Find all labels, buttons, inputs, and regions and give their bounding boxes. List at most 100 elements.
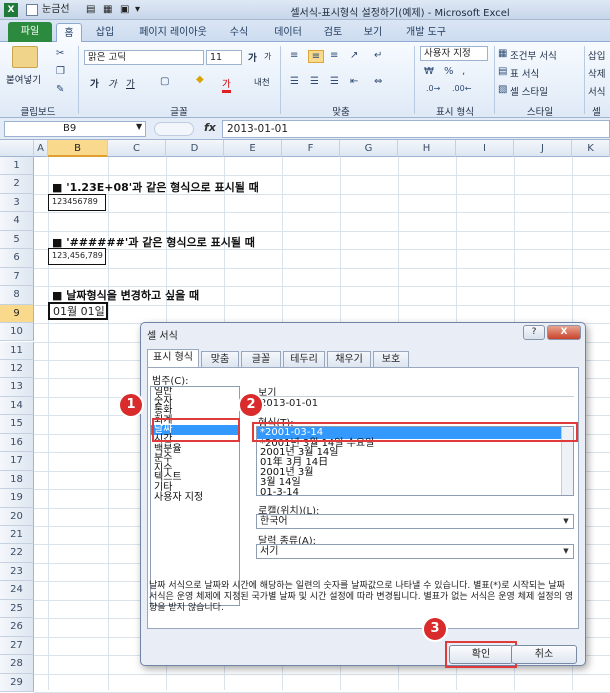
help-button[interactable]: ? xyxy=(523,325,545,340)
row-header[interactable]: 11 xyxy=(0,341,34,360)
wrap-text-icon[interactable]: ↵ xyxy=(374,50,382,61)
font-size-combo[interactable]: 11 xyxy=(206,50,242,65)
font-name-combo[interactable]: 맑은 고딕 xyxy=(84,50,204,65)
insert-cells-button[interactable]: 삽입 xyxy=(588,48,605,62)
column-header[interactable]: F xyxy=(282,140,340,157)
row-header[interactable]: 24 xyxy=(0,581,34,600)
row-header[interactable]: 17 xyxy=(0,452,34,471)
tab-view[interactable]: 보기 xyxy=(358,23,388,42)
tab-insert[interactable]: 삽입 xyxy=(90,23,120,42)
currency-icon[interactable]: ₩ xyxy=(424,66,434,77)
row-header[interactable]: 10 xyxy=(0,323,34,342)
column-header[interactable]: G xyxy=(340,140,398,157)
list-item[interactable]: 3월 14일 xyxy=(257,478,573,488)
cell-styles-button[interactable]: 셀 스타일 xyxy=(510,84,548,98)
conditional-format-button[interactable]: 조건부 서식 xyxy=(510,48,557,62)
format-cells-button[interactable]: 서식 xyxy=(588,84,605,98)
row-header[interactable]: 21 xyxy=(0,526,34,545)
phonetic-button[interactable]: 내천 xyxy=(254,76,270,88)
italic-button[interactable]: 가 xyxy=(108,76,117,90)
row-header[interactable]: 2 xyxy=(0,175,34,194)
formula-input[interactable]: 2013-01-01 xyxy=(222,120,610,138)
column-header[interactable]: H xyxy=(398,140,456,157)
align-right-icon[interactable]: ☰ xyxy=(330,76,339,87)
copy-icon[interactable]: ❐ xyxy=(56,66,65,77)
column-header[interactable]: D xyxy=(166,140,224,157)
close-button[interactable]: X xyxy=(547,325,581,340)
cell-b6[interactable]: 123,456,789 xyxy=(48,248,106,265)
font-color-button[interactable]: 가 xyxy=(222,76,231,93)
decrease-indent-icon[interactable]: ⇤ xyxy=(350,76,358,87)
column-header[interactable]: I xyxy=(456,140,514,157)
row-header[interactable]: 20 xyxy=(0,507,34,526)
row-header[interactable]: 5 xyxy=(0,230,34,250)
row-header[interactable]: 9 xyxy=(0,304,34,324)
row-header[interactable]: 22 xyxy=(0,544,34,563)
tab-formulas[interactable]: 수식 xyxy=(224,23,254,42)
calendar-select[interactable]: 서기 ▼ xyxy=(256,544,574,559)
orientation-icon[interactable]: ↗ xyxy=(350,50,358,61)
tab-font[interactable]: 글꼴 xyxy=(241,351,281,367)
tab-number-format[interactable]: 표시 형식 xyxy=(147,349,199,368)
align-left-icon[interactable]: ☰ xyxy=(290,76,299,87)
row-header[interactable]: 3 xyxy=(0,193,34,213)
row-header[interactable]: 14 xyxy=(0,396,34,416)
column-header[interactable]: B xyxy=(48,140,108,157)
row-header[interactable]: 13 xyxy=(0,378,34,397)
row-header[interactable]: 18 xyxy=(0,470,34,490)
locale-select[interactable]: 한국어 ▼ xyxy=(256,514,574,529)
table-format-icon[interactable]: ▤ xyxy=(498,66,507,77)
row-header[interactable]: 1 xyxy=(0,157,34,176)
column-header[interactable]: E xyxy=(224,140,282,157)
tab-home[interactable]: 홈 xyxy=(56,23,82,42)
cancel-button[interactable]: 취소 xyxy=(511,645,577,664)
cut-icon[interactable]: ✂ xyxy=(56,48,64,59)
align-middle-icon[interactable]: ≡ xyxy=(308,50,324,63)
list-item[interactable]: 01-3-14 xyxy=(257,488,573,496)
cell-b9-selected[interactable]: 01월 01일 xyxy=(48,302,108,320)
row-header[interactable]: 23 xyxy=(0,562,34,582)
cell-styles-icon[interactable]: ▧ xyxy=(498,84,507,95)
align-center-icon[interactable]: ☰ xyxy=(310,76,319,87)
tab-developer[interactable]: 개발 도구 xyxy=(396,23,456,42)
delete-cells-button[interactable]: 삭제 xyxy=(588,66,605,80)
row-header[interactable]: 6 xyxy=(0,249,34,268)
increase-decimal-icon[interactable]: .0→ xyxy=(426,84,440,93)
cell-b3[interactable]: 123456789 xyxy=(48,194,106,211)
column-header[interactable]: J xyxy=(514,140,572,157)
tab-protection[interactable]: 보호 xyxy=(373,351,409,367)
row-header[interactable]: 29 xyxy=(0,673,34,693)
insert-function-icon[interactable]: fx xyxy=(204,121,216,134)
row-header[interactable]: 25 xyxy=(0,599,34,619)
row-header[interactable]: 12 xyxy=(0,359,34,379)
conditional-format-icon[interactable]: ▦ xyxy=(498,48,507,59)
row-header[interactable]: 4 xyxy=(0,212,34,231)
row-header[interactable]: 7 xyxy=(0,267,34,287)
tab-alignment[interactable]: 맞춤 xyxy=(201,351,239,367)
merge-center-icon[interactable]: ⇔ xyxy=(374,76,382,87)
list-item[interactable]: 2001년 3월 xyxy=(257,468,573,478)
grow-font-button[interactable]: 가 xyxy=(248,50,257,64)
shrink-font-button[interactable]: 가 xyxy=(264,51,271,62)
tab-fill[interactable]: 채우기 xyxy=(327,351,371,367)
number-format-combo[interactable]: 사용자 지정 xyxy=(420,46,488,61)
column-header[interactable]: C xyxy=(108,140,166,157)
percent-icon[interactable]: % xyxy=(444,66,454,77)
row-header[interactable]: 19 xyxy=(0,489,34,508)
bold-button[interactable]: 가 xyxy=(90,76,99,90)
name-box[interactable]: B9 xyxy=(4,121,146,137)
row-header[interactable]: 27 xyxy=(0,636,34,656)
tab-data[interactable]: 데이터 xyxy=(268,23,308,42)
column-header[interactable]: A xyxy=(34,140,48,157)
name-box-dropdown-icon[interactable]: ▼ xyxy=(136,122,142,131)
paste-button[interactable]: 붙여넣기 xyxy=(6,72,41,86)
fill-color-icon[interactable]: ◆ xyxy=(196,74,204,85)
row-header[interactable]: 28 xyxy=(0,655,34,674)
tab-review[interactable]: 검토 xyxy=(318,23,348,42)
tab-border[interactable]: 테두리 xyxy=(283,351,325,367)
decrease-decimal-icon[interactable]: .00← xyxy=(452,84,471,93)
comma-icon[interactable]: , xyxy=(462,66,465,77)
underline-button[interactable]: 가 xyxy=(126,76,135,90)
border-icon[interactable]: ▢ xyxy=(160,76,169,87)
list-item[interactable]: 사용자 지정 xyxy=(151,492,239,503)
